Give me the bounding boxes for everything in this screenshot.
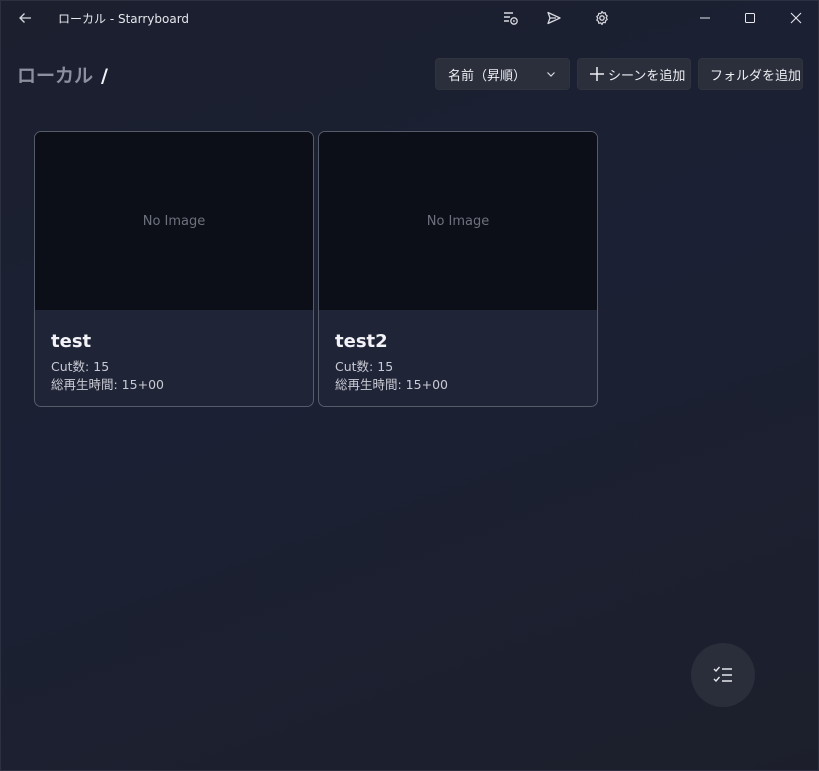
scene-cut-count: Cut数: 15 — [51, 359, 110, 374]
close-button[interactable] — [773, 1, 819, 35]
gear-icon — [596, 10, 608, 26]
scene-thumbnail: No Image — [319, 132, 597, 310]
add-folder-label: フォルダを追加 — [710, 68, 802, 84]
window-title: ローカル - Starryboard — [58, 12, 190, 26]
sort-label: 名前（昇順） — [448, 68, 527, 84]
scene-card[interactable]: No Image test Cut数: 15 総再生時間: 15+00 — [34, 131, 314, 407]
add-scene-button[interactable]: シーンを追加 — [577, 58, 691, 90]
maximize-button[interactable] — [727, 1, 773, 35]
add-scene-label: シーンを追加 — [608, 68, 686, 84]
sort-dropdown[interactable]: 名前（昇順） — [435, 58, 570, 90]
close-icon — [790, 12, 802, 24]
plus-icon — [590, 67, 604, 81]
scene-total-duration: 総再生時間: 15+00 — [51, 377, 164, 392]
checklist-icon — [713, 666, 732, 683]
add-folder-button[interactable]: フォルダを追加 — [698, 58, 803, 90]
no-image-text: No Image — [142, 213, 206, 229]
scene-thumbnail: No Image — [35, 132, 313, 310]
breadcrumb: ローカル / — [17, 61, 108, 88]
app-window: ローカル - Starryboard ローカル / 名前（昇順） シーンを追加 … — [0, 0, 819, 771]
select-mode-fab[interactable] — [691, 643, 755, 707]
playlist-button[interactable] — [499, 7, 521, 29]
maximize-icon — [745, 13, 755, 23]
breadcrumb-root[interactable]: ローカル — [17, 65, 93, 87]
no-image-text: No Image — [426, 213, 490, 229]
minimize-icon — [700, 17, 710, 19]
title-bar: ローカル - Starryboard — [1, 1, 818, 35]
scene-total-duration: 総再生時間: 15+00 — [335, 377, 448, 392]
chevron-down-icon — [547, 72, 555, 77]
scene-name: test — [51, 331, 92, 352]
send-icon — [547, 11, 561, 25]
minimize-button[interactable] — [682, 1, 728, 35]
settings-button[interactable] — [591, 7, 613, 29]
scene-name: test2 — [335, 331, 388, 352]
breadcrumb-separator: / — [101, 65, 108, 87]
playlist-icon — [504, 12, 518, 25]
scene-cut-count: Cut数: 15 — [335, 359, 394, 374]
back-arrow-icon — [19, 13, 31, 23]
send-button[interactable] — [543, 7, 565, 29]
scene-card[interactable]: No Image test2 Cut数: 15 総再生時間: 15+00 — [318, 131, 598, 407]
back-button[interactable] — [13, 7, 37, 29]
